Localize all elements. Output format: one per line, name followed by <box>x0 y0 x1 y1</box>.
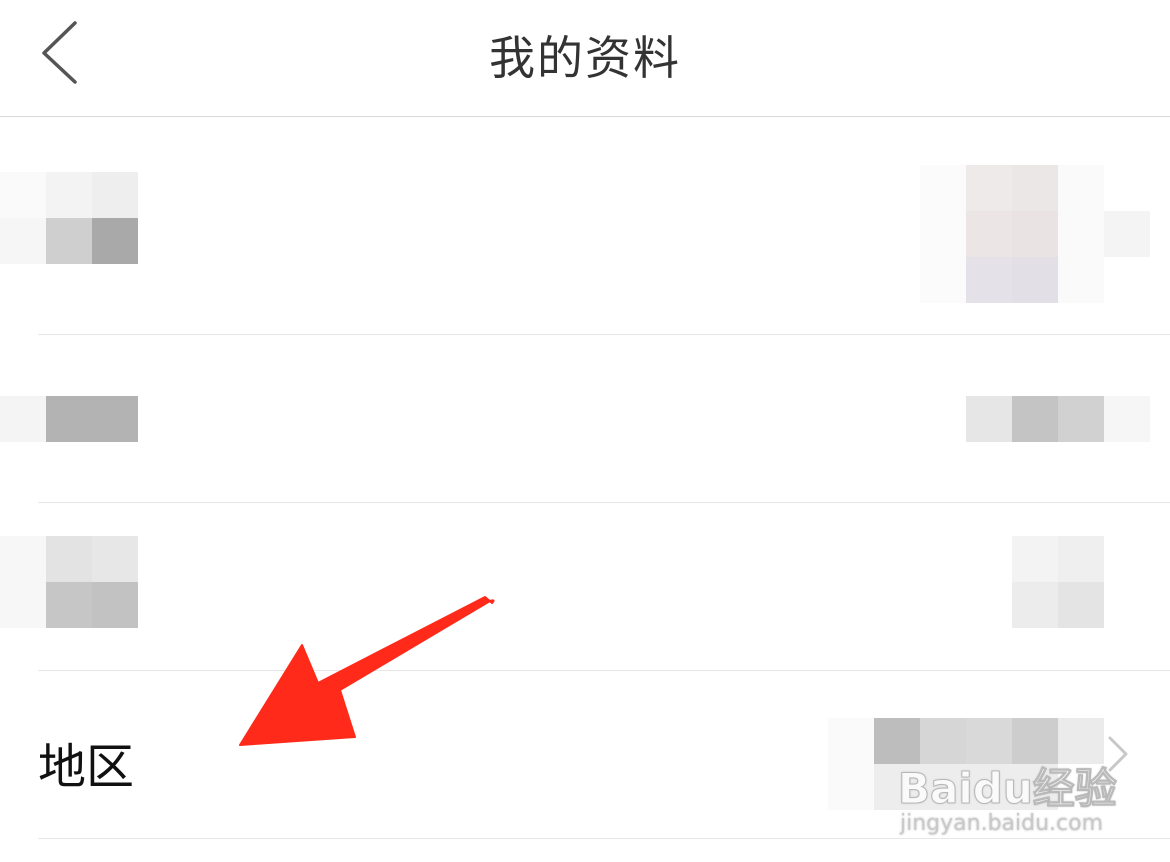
chevron-right-icon[interactable] <box>1106 734 1130 774</box>
censored-label <box>0 396 138 442</box>
censored-label <box>0 172 138 264</box>
row-divider <box>38 838 1170 839</box>
profile-row-region[interactable]: 地区 <box>0 672 1170 839</box>
censored-value <box>1012 536 1104 628</box>
censored-avatar <box>920 155 1150 305</box>
row-divider <box>38 334 1170 335</box>
profile-row-3[interactable] <box>0 504 1170 671</box>
profile-row-2[interactable] <box>0 336 1170 503</box>
row-divider <box>38 502 1170 503</box>
top-nav-bar: 我的资料 <box>0 0 1170 117</box>
profile-row-avatar[interactable] <box>0 117 1170 335</box>
censored-value <box>966 396 1150 442</box>
page-title: 我的资料 <box>489 31 681 85</box>
censored-value <box>828 718 1104 810</box>
region-label: 地区 <box>38 739 135 795</box>
row-divider <box>38 670 1170 671</box>
censored-label <box>0 536 138 628</box>
